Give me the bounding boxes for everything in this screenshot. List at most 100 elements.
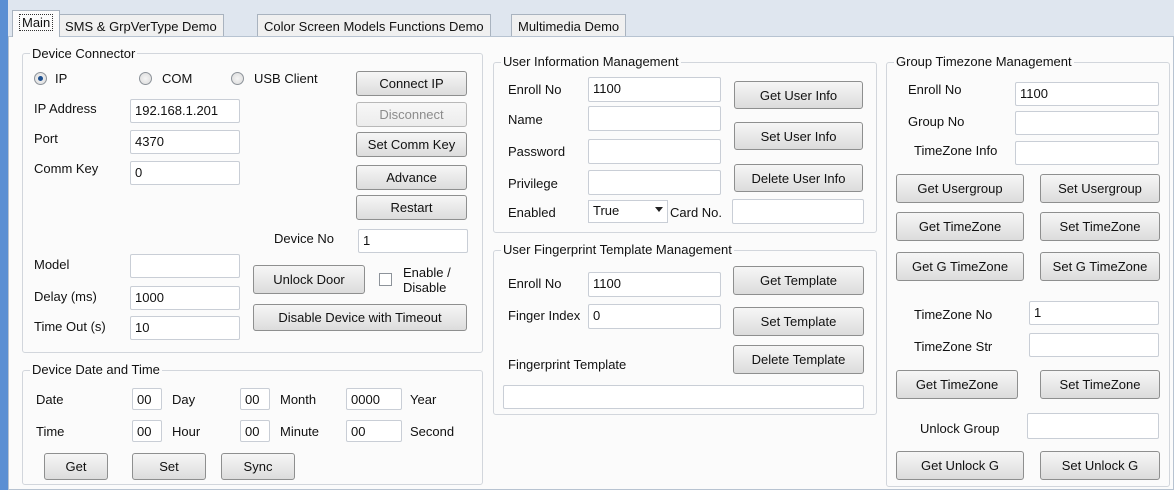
window-top-strip [0, 0, 1174, 8]
tab-main[interactable]: Main [12, 10, 61, 37]
get-user-info-button[interactable]: Get User Info [734, 81, 863, 109]
device-no-label: Device No [274, 231, 334, 246]
delay-label: Delay (ms) [34, 289, 97, 304]
timeout-input[interactable]: 10 [130, 316, 240, 340]
get-timezone-button[interactable]: Get TimeZone [896, 212, 1024, 241]
group-no-input[interactable] [1015, 111, 1159, 135]
user-privilege-label: Privilege [508, 176, 558, 191]
ip-address-label: IP Address [34, 101, 97, 116]
user-password-input[interactable] [588, 139, 721, 164]
day-input[interactable]: 00 [132, 388, 162, 410]
tz-no-input[interactable]: 1 [1029, 301, 1159, 325]
card-no-input[interactable] [732, 199, 864, 224]
get-g-timezone-button[interactable]: Get G TimeZone [896, 252, 1024, 281]
comm-key-label: Comm Key [34, 161, 99, 176]
tz-info-label: TimeZone Info [914, 143, 998, 158]
tab-sms-grpvertype[interactable]: SMS & GrpVerType Demo [58, 14, 224, 37]
tz-no-label: TimeZone No [914, 307, 993, 322]
unlock-group-input[interactable] [1027, 413, 1159, 439]
sync-datetime-button[interactable]: Sync [221, 453, 295, 480]
connect-ip-button[interactable]: Connect IP [356, 71, 467, 96]
advance-button[interactable]: Advance [356, 165, 467, 190]
finger-index-input[interactable]: 0 [588, 304, 721, 329]
enable-label-line2: Disable [403, 280, 447, 295]
enable-label-line1: Enable / [403, 265, 451, 280]
delete-template-button[interactable]: Delete Template [733, 345, 864, 374]
second-label: Second [410, 424, 455, 439]
timeout-label: Time Out (s) [34, 319, 106, 334]
user-enabled-value: True [593, 203, 620, 218]
set-g-timezone-button[interactable]: Set G TimeZone [1040, 252, 1160, 281]
port-label: Port [34, 131, 58, 146]
radio-ip[interactable] [34, 72, 47, 85]
user-enabled-select[interactable]: True [588, 200, 668, 223]
unlock-group-label: Unlock Group [920, 421, 1000, 436]
model-input[interactable] [130, 254, 240, 278]
set-unlock-g-button[interactable]: Set Unlock G [1040, 451, 1160, 480]
radio-usb-client-label: USB Client [254, 71, 318, 86]
delete-user-info-button[interactable]: Delete User Info [734, 164, 863, 192]
set-comm-key-button[interactable]: Set Comm Key [356, 132, 467, 157]
set-user-info-button[interactable]: Set User Info [734, 122, 863, 150]
year-label: Year [410, 392, 437, 407]
set-timezone-2-button[interactable]: Set TimeZone [1040, 370, 1160, 399]
minute-label: Minute [280, 424, 320, 439]
group-no-label: Group No [908, 114, 965, 129]
restart-button[interactable]: Restart [356, 195, 467, 220]
month-label: Month [280, 392, 317, 407]
tab-color-screen[interactable]: Color Screen Models Functions Demo [257, 14, 491, 37]
set-datetime-button[interactable]: Set [132, 453, 206, 480]
user-enroll-label: Enroll No [508, 82, 562, 97]
fingerprint-template-input[interactable] [503, 385, 864, 409]
user-enroll-input[interactable]: 1100 [588, 77, 721, 102]
minute-input[interactable]: 00 [240, 420, 270, 442]
ip-address-input[interactable]: 192.168.1.201 [130, 99, 240, 123]
tz-str-label: TimeZone Str [914, 339, 993, 354]
gtz-enroll-label: Enroll No [908, 82, 962, 97]
get-unlock-g-button[interactable]: Get Unlock G [896, 451, 1024, 480]
date-time-title: Device Date and Time [30, 362, 162, 377]
enable-disable-checkbox[interactable] [379, 273, 392, 286]
delay-input[interactable]: 1000 [130, 286, 240, 310]
fp-enroll-label: Enroll No [508, 276, 562, 291]
user-name-label: Name [508, 112, 543, 127]
gtz-enroll-input[interactable]: 1100 [1015, 82, 1159, 106]
device-no-input[interactable]: 1 [358, 229, 468, 253]
get-datetime-button[interactable]: Get [44, 453, 108, 480]
device-connector-title: Device Connector [30, 46, 138, 61]
tab-main-label: Main [19, 14, 54, 31]
disconnect-button[interactable]: Disconnect [356, 102, 467, 127]
month-input[interactable]: 00 [240, 388, 270, 410]
user-enabled-label: Enabled [508, 205, 556, 220]
get-timezone-2-button[interactable]: Get TimeZone [896, 370, 1018, 399]
port-input[interactable]: 4370 [130, 130, 240, 154]
group-timezone-title: Group Timezone Management [894, 54, 1074, 69]
get-template-button[interactable]: Get Template [733, 266, 864, 295]
unlock-door-button[interactable]: Unlock Door [253, 265, 365, 294]
user-privilege-input[interactable] [588, 170, 721, 195]
fp-enroll-input[interactable]: 1100 [588, 272, 721, 297]
hour-label: Hour [172, 424, 201, 439]
tz-info-input[interactable] [1015, 141, 1159, 165]
radio-usb-client[interactable] [231, 72, 244, 85]
get-usergroup-button[interactable]: Get Usergroup [896, 174, 1024, 203]
fingerprint-template-label: Fingerprint Template [508, 357, 627, 372]
tab-multimedia[interactable]: Multimedia Demo [511, 14, 627, 37]
hour-input[interactable]: 00 [132, 420, 162, 442]
radio-com[interactable] [139, 72, 152, 85]
enable-disable-label: Enable / Disable [403, 265, 451, 295]
model-label: Model [34, 257, 70, 272]
set-usergroup-button[interactable]: Set Usergroup [1040, 174, 1160, 203]
radio-ip-label: IP [55, 71, 68, 86]
finger-index-label: Finger Index [508, 308, 581, 323]
day-label: Day [172, 392, 196, 407]
second-input[interactable]: 00 [346, 420, 402, 442]
set-timezone-button[interactable]: Set TimeZone [1040, 212, 1160, 241]
year-input[interactable]: 0000 [346, 388, 402, 410]
user-password-label: Password [508, 144, 566, 159]
user-name-input[interactable] [588, 106, 721, 131]
comm-key-input[interactable]: 0 [130, 161, 240, 185]
set-template-button[interactable]: Set Template [733, 307, 864, 336]
tz-str-input[interactable] [1029, 333, 1159, 357]
disable-device-timeout-button[interactable]: Disable Device with Timeout [253, 304, 467, 331]
